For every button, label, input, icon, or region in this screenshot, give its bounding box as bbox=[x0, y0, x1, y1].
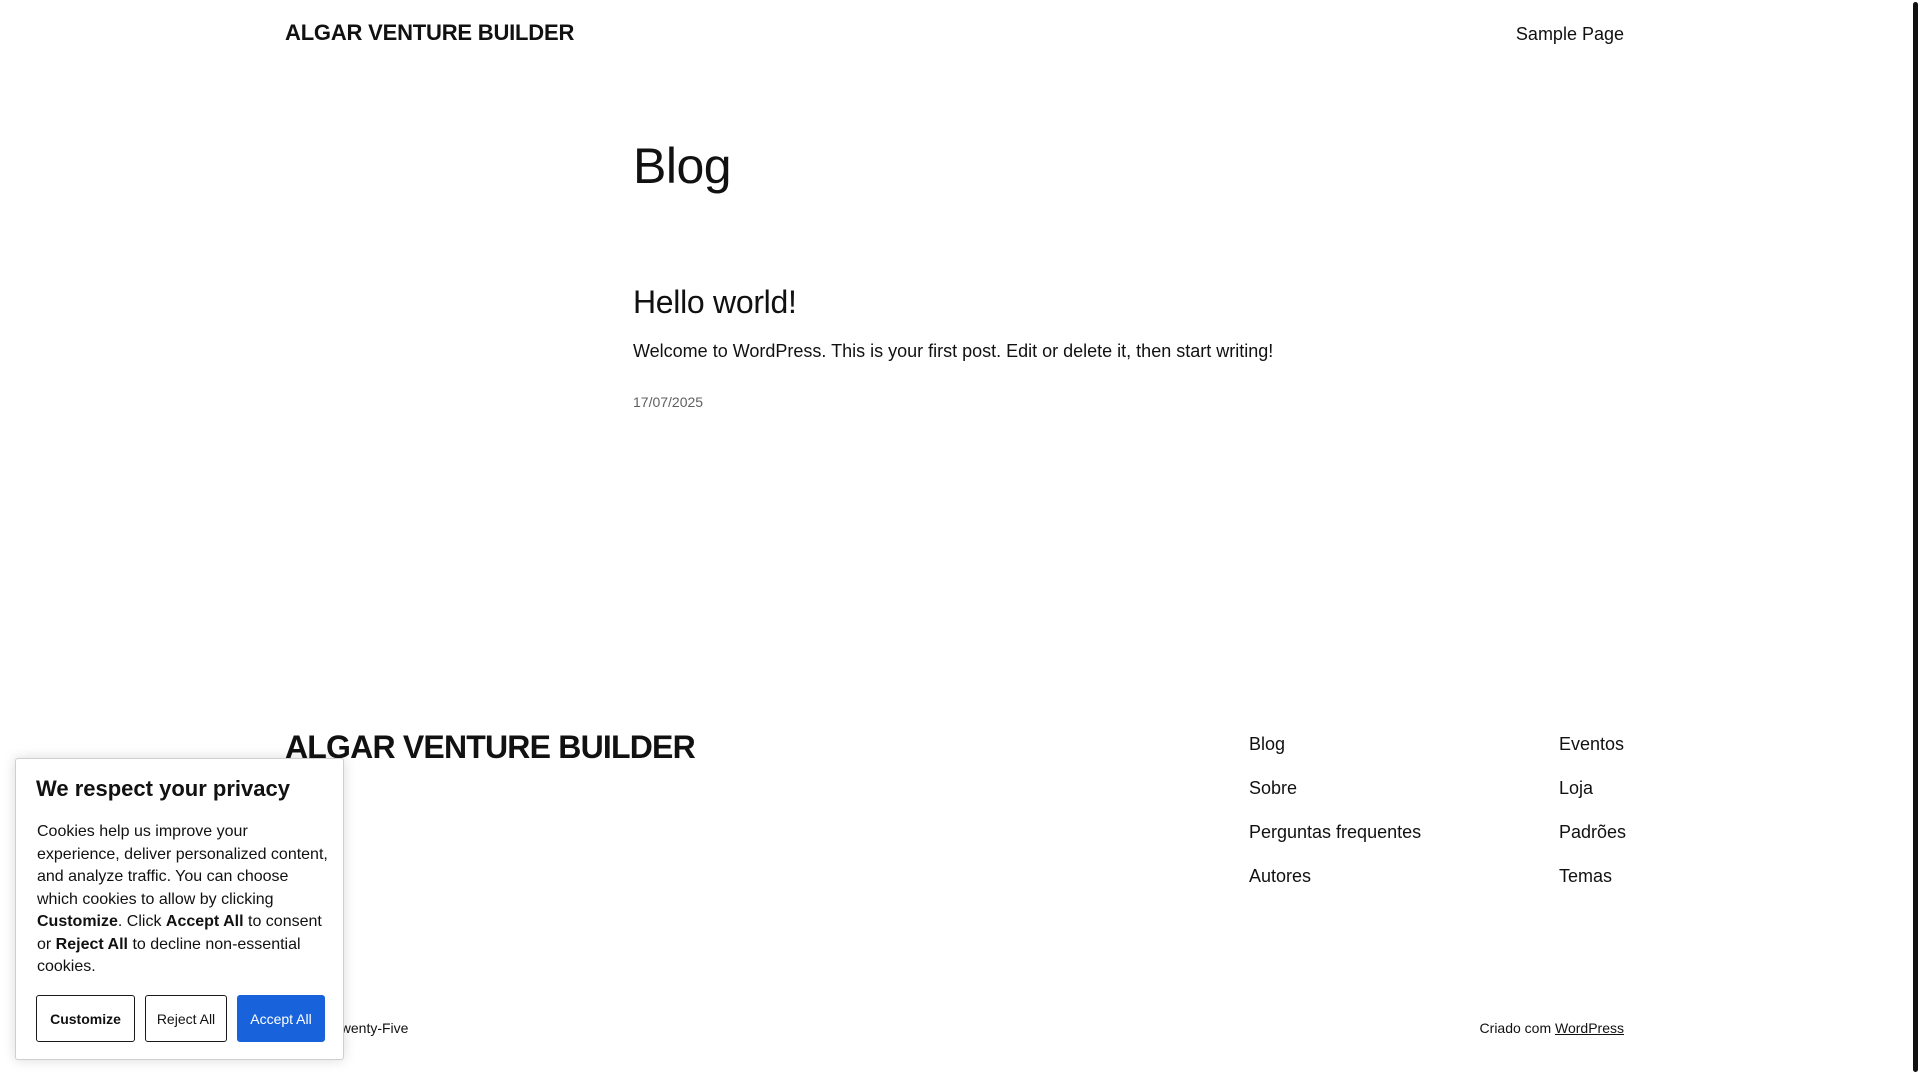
post-excerpt: Welcome to WordPress. This is your first… bbox=[633, 341, 1274, 361]
nav-link-sample-page[interactable]: Sample Page bbox=[1516, 24, 1624, 45]
footer-link-loja[interactable]: Loja bbox=[1559, 777, 1626, 821]
footer-site-title-link[interactable]: ALGAR VENTURE BUILDER bbox=[285, 729, 696, 766]
cookie-text-reject: Reject All bbox=[55, 935, 128, 953]
footer-nav-column-1: Blog Sobre Perguntas frequentes Autores bbox=[1249, 733, 1421, 909]
vertical-scrollbar[interactable] bbox=[1911, 0, 1920, 1080]
footer-link-perguntas-frequentes[interactable]: Perguntas frequentes bbox=[1249, 821, 1421, 865]
footer-link-sobre[interactable]: Sobre bbox=[1249, 777, 1421, 821]
post-title-link[interactable]: Hello world! bbox=[633, 282, 797, 322]
cookie-text-part: Cookies help us improve your experience,… bbox=[37, 823, 328, 908]
post-date: 17/07/2025 bbox=[633, 394, 704, 410]
customize-button[interactable]: Customize bbox=[36, 995, 135, 1042]
wordpress-link[interactable]: WordPress bbox=[1555, 1020, 1624, 1036]
scrollbar-thumb[interactable] bbox=[1913, 2, 1918, 1072]
cookie-banner-text: Cookies help us improve your experience,… bbox=[37, 821, 331, 979]
accept-all-button[interactable]: Accept All bbox=[237, 995, 325, 1042]
cookie-text-customize: Customize bbox=[37, 913, 118, 930]
cookie-banner-heading: We respect your privacy bbox=[36, 776, 290, 801]
cookie-banner-buttons: Customize Reject All Accept All bbox=[36, 995, 326, 1042]
cookie-text-part: . Click bbox=[117, 913, 166, 930]
footer-link-padroes[interactable]: Padrões bbox=[1559, 821, 1626, 865]
page-title: Blog bbox=[633, 138, 732, 194]
footer-link-autores[interactable]: Autores bbox=[1249, 865, 1421, 909]
cookie-text-accept: Accept All bbox=[165, 913, 244, 930]
footer-credit-prefix: Criado com bbox=[1479, 1020, 1556, 1036]
footer-nav-column-2: Eventos Loja Padrões Temas bbox=[1559, 733, 1626, 909]
footer-credit: Criado com WordPress bbox=[1480, 1020, 1624, 1036]
footer-link-blog[interactable]: Blog bbox=[1249, 733, 1421, 777]
reject-all-button[interactable]: Reject All bbox=[145, 995, 227, 1042]
footer-link-temas[interactable]: Temas bbox=[1559, 865, 1626, 909]
site-title-link[interactable]: ALGAR VENTURE BUILDER bbox=[285, 20, 574, 46]
footer-link-eventos[interactable]: Eventos bbox=[1559, 733, 1626, 777]
cookie-consent-banner: We respect your privacy Cookies help us … bbox=[15, 758, 344, 1060]
page: ALGAR VENTURE BUILDER Sample Page Blog H… bbox=[0, 0, 1920, 1080]
